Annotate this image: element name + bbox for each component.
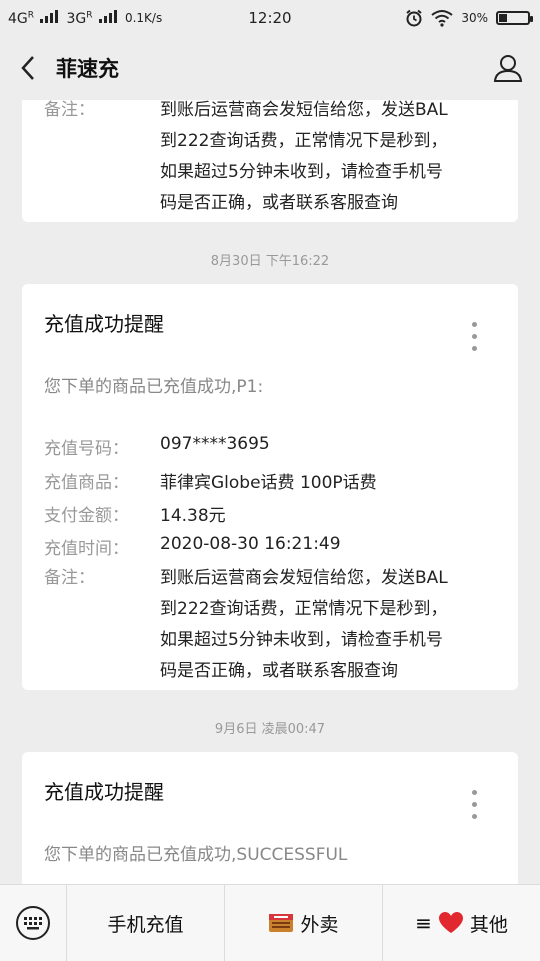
back-button[interactable] — [0, 36, 56, 100]
status-right: 30% — [405, 9, 540, 27]
battery-percent: 30% — [461, 11, 488, 25]
detail-value: 菲律宾Globe话费 100P话费 — [160, 473, 377, 493]
message-timestamp: 9月6日 凌晨00:47 — [214, 722, 326, 737]
user-icon — [493, 55, 523, 82]
note-line: 到账后运营商会发短信给您，发送BAL — [160, 100, 448, 120]
page-title: 菲速充 — [56, 57, 119, 81]
network-1: 4GR — [8, 9, 59, 27]
network-2: 3GR — [66, 9, 117, 27]
network-speed: 0.1K/s — [124, 11, 163, 25]
takeout-box-icon — [269, 914, 294, 932]
menu-phone-recharge[interactable]: 手机充值 — [66, 885, 224, 961]
note-label: 备注： — [44, 568, 95, 588]
detail-value: 14.38元 — [160, 506, 226, 526]
profile-button[interactable] — [492, 52, 524, 84]
battery-icon — [496, 11, 533, 25]
detail-label: 充值号码： — [44, 439, 129, 459]
note-row: 备注： 到账后运营商会发短信给您，发送BAL 到222查询话费，正常情况下是秒到… — [44, 100, 498, 219]
detail-label: 充值商品： — [44, 473, 129, 493]
bottom-menu-bar: 手机充值 外卖 ≡ 其他 — [0, 884, 540, 961]
detail-row-time: 充值时间： 2020-08-30 16:21:49 — [44, 534, 498, 559]
menu-label: 手机充值 — [107, 913, 184, 936]
note-line: 码是否正确，或者联系客服查询 — [160, 193, 398, 213]
card-intro: 您下单的商品已充值成功,SUCCESSFUL — [44, 845, 348, 865]
note-line: 到222查询话费，正常情况下是秒到， — [160, 599, 448, 619]
keyboard-glyph — [24, 917, 42, 930]
battery-level — [499, 14, 508, 22]
alarm-icon — [406, 9, 422, 27]
menu-label: 外卖 — [300, 913, 339, 936]
note-text: 到账后运营商会发短信给您，发送BAL 到222查询话费，正常情况下是秒到， 如果… — [160, 100, 448, 219]
message-card-partial: 备注： 到账后运营商会发短信给您，发送BAL 到222查询话费，正常情况下是秒到… — [22, 100, 518, 222]
status-left: 4GR 3GR 0.1K/s — [0, 9, 162, 27]
menu-takeout[interactable]: 外卖 — [224, 885, 382, 961]
detail-row-phone: 充值号码： 097****3695 — [44, 434, 498, 459]
detail-value: 097****3695 — [160, 434, 270, 454]
card-title: 充值成功提醒 — [44, 312, 164, 336]
note-line: 到账后运营商会发短信给您，发送BAL — [160, 568, 448, 588]
message-timestamp: 8月30日 下午16:22 — [210, 254, 330, 269]
signal-2-icon — [98, 9, 117, 23]
note-row: 备注： 到账后运营商会发短信给您，发送BAL 到222查询话费，正常情况下是秒到… — [44, 563, 498, 687]
note-text: 到账后运营商会发短信给您，发送BAL 到222查询话费，正常情况下是秒到， 如果… — [160, 563, 448, 687]
note-label: 备注： — [44, 100, 95, 120]
detail-label: 充值时间： — [44, 539, 129, 559]
menu-label: 其他 — [469, 913, 508, 936]
message-card: 充值成功提醒 您下单的商品已充值成功,SUCCESSFUL — [22, 752, 518, 884]
note-line: 到222查询话费，正常情况下是秒到， — [160, 131, 448, 151]
detail-row-amount: 支付金额： 14.38元 — [44, 501, 498, 526]
more-options-icon[interactable] — [472, 322, 478, 358]
note-line: 如果超过5分钟未收到，请检查手机号 — [160, 630, 443, 650]
detail-label: 支付金额： — [44, 506, 129, 526]
network-2-label: 3G — [66, 11, 87, 27]
note-line: 码是否正确，或者联系客服查询 — [160, 661, 398, 681]
card-title: 充值成功提醒 — [44, 780, 164, 804]
keyboard-icon — [16, 906, 50, 940]
message-card: 充值成功提醒 您下单的商品已充值成功,P1: 充值号码： 097****3695… — [22, 284, 518, 690]
detail-row-product: 充值商品： 菲律宾Globe话费 100P话费 — [44, 468, 498, 493]
card-intro: 您下单的商品已充值成功,P1: — [44, 377, 264, 397]
nav-bar: 菲速充 — [0, 36, 540, 100]
signal-1-icon — [40, 9, 59, 23]
heart-icon — [438, 912, 463, 933]
detail-value: 2020-08-30 16:21:49 — [160, 534, 341, 554]
menu-other[interactable]: ≡ 其他 — [382, 885, 540, 961]
network-2-roaming: R — [86, 10, 93, 21]
status-bar: 4GR 3GR 0.1K/s 12:20 30% — [0, 0, 540, 36]
back-arrow-icon — [21, 56, 34, 80]
wifi-icon — [431, 10, 453, 27]
menu-hamburger-icon: ≡ — [415, 911, 432, 935]
note-line: 如果超过5分钟未收到，请检查手机号 — [160, 162, 443, 182]
message-list[interactable]: 备注： 到账后运营商会发短信给您，发送BAL 到222查询话费，正常情况下是秒到… — [0, 100, 540, 884]
network-1-roaming: R — [27, 10, 35, 21]
more-options-icon[interactable] — [472, 790, 478, 826]
network-1-label: 4G — [8, 11, 28, 27]
keyboard-toggle-button[interactable] — [0, 885, 66, 961]
